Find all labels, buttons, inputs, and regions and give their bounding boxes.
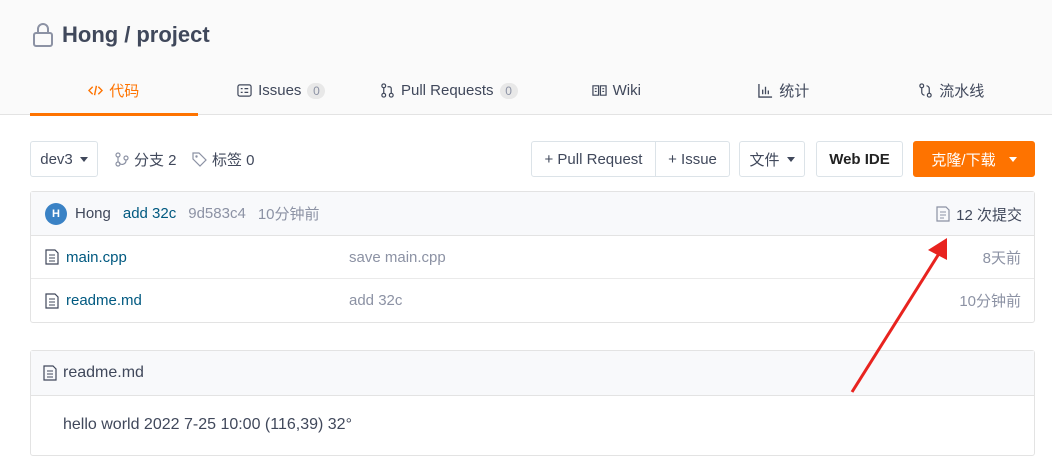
lock-icon [33, 23, 53, 47]
tab-pull-requests[interactable]: Pull Requests 0 [365, 66, 533, 115]
commit-sha[interactable]: 9d583c4 [188, 205, 246, 222]
file-commit-message[interactable]: save main.cpp [349, 249, 446, 266]
commits-icon [936, 206, 950, 222]
file-link-main-cpp[interactable]: main.cpp [45, 249, 127, 266]
avatar[interactable]: H [45, 202, 67, 225]
caret-down-icon [79, 156, 88, 162]
repo-toolbar: dev3 分支 2 标签 0 + Pull Request + Issue 文件… [30, 141, 1035, 177]
caret-down-icon [1008, 156, 1017, 162]
table-row: main.cpp save main.cpp 8天前 [31, 236, 1034, 279]
table-row: readme.md add 32c 10分钟前 [31, 279, 1034, 322]
repo-owner-link[interactable]: Hong [62, 22, 118, 47]
tag-icon [192, 151, 207, 167]
issues-count-badge: 0 [307, 82, 326, 99]
new-pull-request-button[interactable]: + Pull Request [532, 142, 656, 176]
file-menu-button[interactable]: 文件 [739, 141, 805, 177]
commit-message[interactable]: add 32c [123, 205, 176, 222]
wiki-icon [591, 85, 607, 96]
repo-tabs: 代码 Issues 0 Pull Requests 0 Wiki 统计 流水线 [30, 66, 1036, 116]
pull-requests-count-badge: 0 [499, 82, 518, 99]
branch-icon [115, 151, 129, 167]
file-icon [45, 292, 59, 309]
file-commit-time: 8天前 [982, 249, 1021, 267]
tags-link[interactable]: 标签 0 [192, 141, 255, 177]
code-icon [88, 85, 104, 96]
tab-issues[interactable]: Issues 0 [198, 66, 366, 115]
tab-code[interactable]: 代码 [30, 66, 198, 116]
pipeline-icon [919, 83, 932, 98]
readme-header: readme.md [31, 351, 1034, 396]
tab-pipeline[interactable]: 流水线 [868, 66, 1036, 115]
readme-title: readme.md [63, 364, 144, 381]
commit-author[interactable]: Hong [75, 205, 111, 222]
tab-stats[interactable]: 统计 [700, 66, 868, 115]
file-icon [45, 249, 59, 265]
web-ide-button[interactable]: Web IDE [816, 141, 903, 177]
file-commit-message[interactable]: add 32c [349, 292, 402, 309]
branch-select[interactable]: dev3 [30, 141, 98, 177]
clone-download-button[interactable]: 克隆/下载 [913, 141, 1035, 177]
branches-link[interactable]: 分支 2 [115, 141, 177, 177]
repo-name-link[interactable]: project [136, 22, 209, 47]
pull-request-icon [381, 83, 394, 98]
tab-wiki[interactable]: Wiki [533, 66, 701, 115]
readme-panel: readme.md hello world 2022 7-25 10:00 (1… [30, 350, 1035, 456]
commit-time: 10分钟前 [257, 206, 320, 223]
file-link-readme-md[interactable]: readme.md [45, 292, 142, 309]
latest-commit-bar: H Hong add 32c 9d583c4 10分钟前 12 次提交 [31, 192, 1034, 236]
caret-down-icon [786, 156, 795, 162]
file-list: H Hong add 32c 9d583c4 10分钟前 12 次提交 main… [30, 191, 1035, 323]
readme-content: hello world 2022 7-25 10:00 (116,39) 32° [63, 416, 352, 433]
new-item-button-group: + Pull Request + Issue [531, 141, 730, 177]
new-issue-button[interactable]: + Issue [656, 142, 729, 176]
commit-count-link[interactable]: 12 次提交 [936, 192, 1022, 236]
repo-header: Hong / project 代码 Issues 0 Pull Requests 0… [0, 0, 1052, 116]
file-commit-time: 10分钟前 [959, 293, 1021, 310]
issues-icon [237, 84, 252, 97]
stats-icon [758, 83, 773, 98]
repo-title: Hong / project [32, 22, 210, 48]
file-icon [43, 365, 57, 381]
